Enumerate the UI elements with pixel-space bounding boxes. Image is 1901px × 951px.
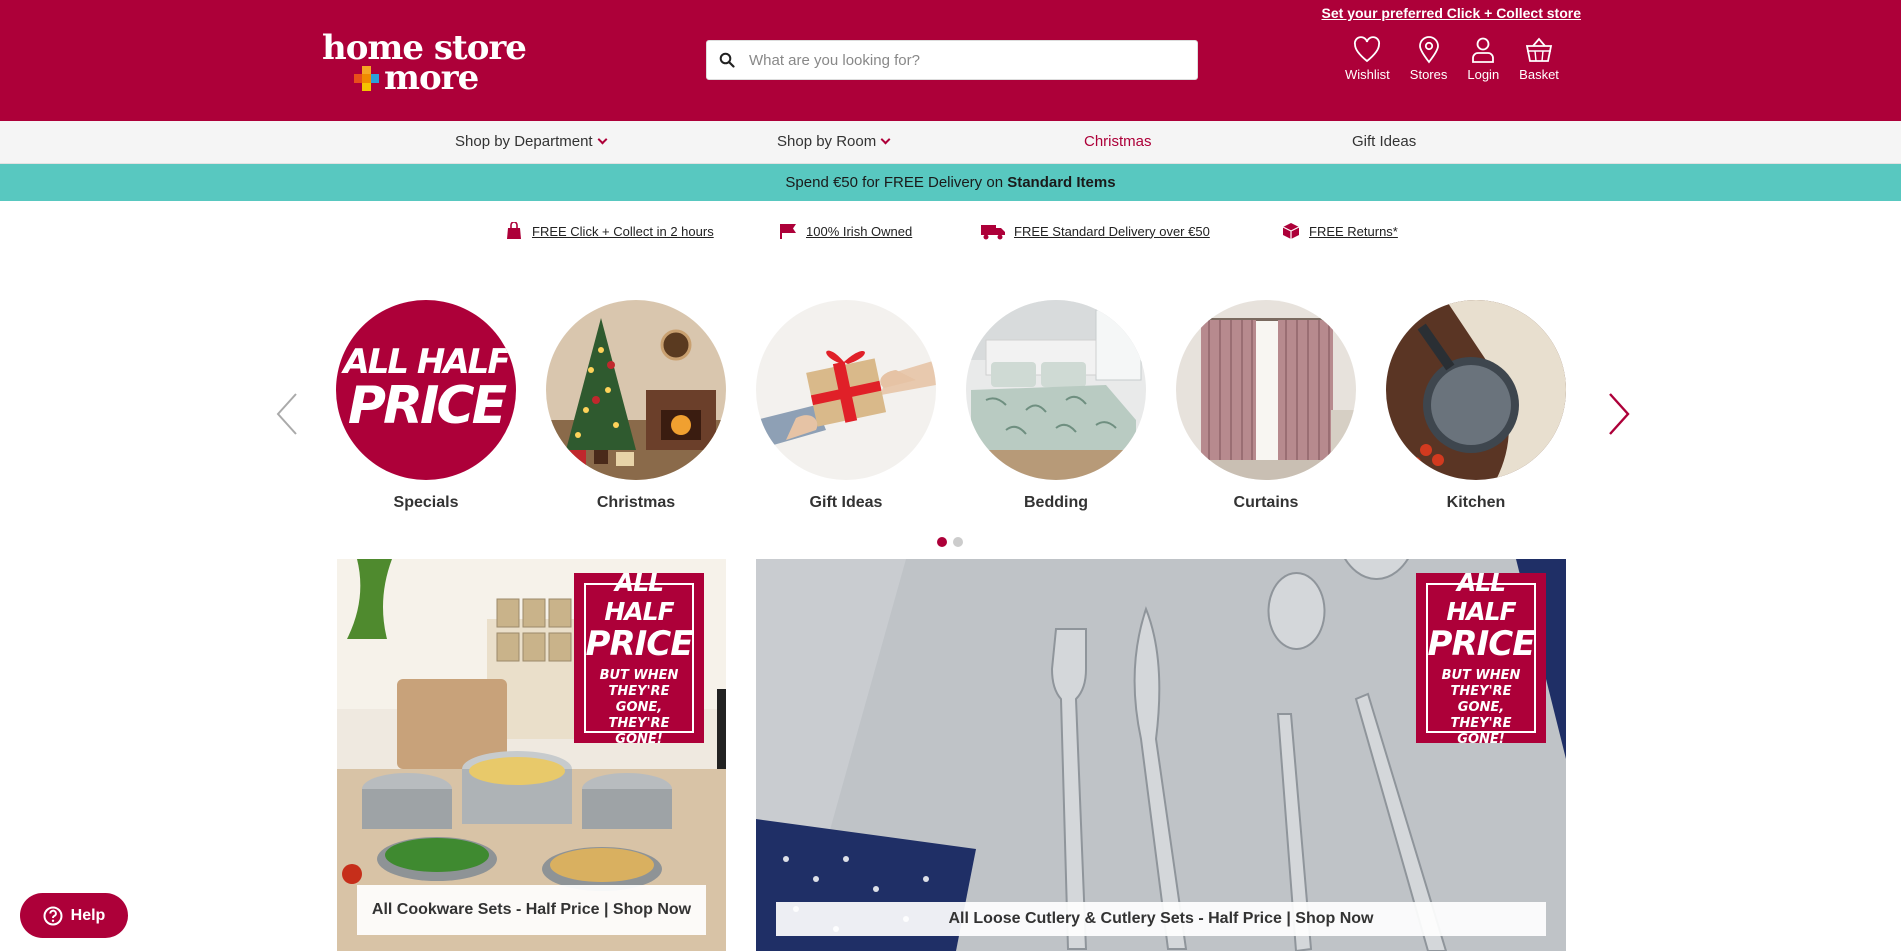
category-christmas[interactable]: Christmas <box>546 300 726 512</box>
sticker-line2: PRICE <box>585 624 694 664</box>
help-button[interactable]: Help <box>20 893 128 938</box>
curtains-illustration <box>1176 300 1356 480</box>
usp-click-collect[interactable]: FREE Click + Collect in 2 hours <box>504 222 714 240</box>
sticker-small-text: BUT WHEN THEY'RE GONE, THEY'RE GONE! <box>599 668 679 747</box>
nav-shop-by-department-label: Shop by Department <box>455 133 593 150</box>
header-icons: Wishlist Stores Login Basket <box>1345 35 1579 85</box>
cutlery-banner[interactable]: ALL HALF PRICE BUT WHEN THEY'RE GONE, TH… <box>756 559 1566 951</box>
chevron-down-icon <box>880 134 891 145</box>
specials-image: ALL HALF PRICE <box>336 300 516 480</box>
click-collect-store-link[interactable]: Set your preferred Click + Collect store <box>1322 5 1581 21</box>
logo-line2: more <box>384 58 479 98</box>
sticker-line2: PRICE <box>1427 624 1536 664</box>
category-specials[interactable]: ALL HALF PRICE Specials <box>336 300 516 512</box>
category-label: Specials <box>393 494 459 511</box>
specials-badge-line2: PRICE <box>347 376 507 436</box>
nav-shop-by-room[interactable]: Shop by Room <box>777 133 891 150</box>
flag-icon <box>780 224 796 239</box>
wishlist-button[interactable]: Wishlist <box>1345 35 1390 85</box>
curtains-image <box>1176 300 1356 480</box>
chevron-down-icon <box>597 134 608 145</box>
category-gift-ideas[interactable]: Gift Ideas <box>756 300 936 512</box>
wishlist-label: Wishlist <box>1345 67 1390 82</box>
usp-click-collect-label: FREE Click + Collect in 2 hours <box>532 223 714 239</box>
sticker-frame: ALL HALF PRICE BUT WHEN THEY'RE GONE, TH… <box>1426 568 1536 747</box>
promo-text: Spend €50 for FREE Delivery on <box>785 174 1008 191</box>
login-button[interactable]: Login <box>1467 35 1499 85</box>
main-navigation: Shop by Department Shop by Room Christma… <box>0 121 1901 164</box>
login-label: Login <box>1467 67 1500 82</box>
usp-irish-owned-label: 100% Irish Owned <box>806 223 913 239</box>
user-icon <box>1472 37 1495 63</box>
truck-icon <box>981 225 1005 240</box>
bedding-image <box>966 300 1146 480</box>
location-pin-icon <box>1418 36 1439 64</box>
kitchen-image <box>1386 300 1566 480</box>
sticker-small-text: BUT WHEN THEY'RE GONE, THEY'RE GONE! <box>1441 668 1521 747</box>
box-icon <box>1282 223 1300 239</box>
category-label: Gift Ideas <box>809 494 883 511</box>
usp-free-returns[interactable]: FREE Returns* <box>1281 222 1398 240</box>
category-curtains[interactable]: Curtains <box>1176 300 1356 512</box>
usp-free-delivery[interactable]: FREE Standard Delivery over €50 <box>980 222 1210 240</box>
stores-button[interactable]: Stores <box>1409 35 1448 85</box>
site-header: home store more Set your preferred Click… <box>0 0 1901 121</box>
christmas-tree-illustration <box>546 300 726 480</box>
usp-irish-owned[interactable]: 100% Irish Owned <box>778 222 912 240</box>
help-label: Help <box>70 906 106 924</box>
basket-button[interactable]: Basket <box>1519 35 1559 85</box>
search-input[interactable] <box>749 46 1179 74</box>
category-bedding[interactable]: Bedding <box>966 300 1146 512</box>
usp-free-returns-label: FREE Returns* <box>1309 223 1398 239</box>
nav-shop-by-room-label: Shop by Room <box>777 133 877 150</box>
category-carousel: ALL HALF PRICE Specials Christmas Gift I… <box>0 290 1901 550</box>
category-label: Curtains <box>1233 494 1299 511</box>
nav-shop-by-department[interactable]: Shop by Department <box>455 133 608 150</box>
category-kitchen[interactable]: Kitchen <box>1386 300 1566 512</box>
category-label: Kitchen <box>1446 494 1506 511</box>
cutlery-banner-caption[interactable]: All Loose Cutlery & Cutlery Sets - Half … <box>776 902 1546 936</box>
cookware-banner-caption[interactable]: All Cookware Sets - Half Price | Shop No… <box>357 885 706 935</box>
heart-icon <box>1354 36 1381 63</box>
sticker-line1: ALL HALF <box>604 568 674 626</box>
stores-label: Stores <box>1409 67 1448 82</box>
gift-ideas-image <box>756 300 936 480</box>
gift-box-illustration <box>756 300 936 480</box>
basket-icon <box>1525 37 1553 62</box>
usp-strip: FREE Click + Collect in 2 hours 100% Iri… <box>0 218 1901 244</box>
sticker-frame: ALL HALF PRICE BUT WHEN THEY'RE GONE, TH… <box>584 568 694 747</box>
bedding-illustration <box>966 300 1146 480</box>
home-store-more-logo[interactable]: home store more <box>322 28 527 98</box>
category-label: Bedding <box>1024 494 1088 511</box>
usp-free-delivery-label: FREE Standard Delivery over €50 <box>1014 223 1210 239</box>
carousel-prev-arrow-icon[interactable] <box>274 390 300 438</box>
basket-label: Basket <box>1519 67 1559 82</box>
carousel-dot-1[interactable] <box>937 537 947 547</box>
carousel-pagination <box>937 537 969 547</box>
logo-cross-icon <box>354 66 380 92</box>
frying-pan-illustration <box>1386 300 1566 480</box>
search-icon[interactable] <box>719 52 735 68</box>
sticker-line1: ALL HALF <box>1446 568 1516 626</box>
nav-gift-ideas[interactable]: Gift Ideas <box>1352 133 1416 150</box>
shopping-bag-icon <box>507 222 521 239</box>
christmas-image <box>546 300 726 480</box>
promo-bold-text: Standard Items <box>1007 174 1116 191</box>
search-bar[interactable] <box>706 40 1198 80</box>
category-label: Christmas <box>596 494 676 511</box>
free-delivery-promo-bar[interactable]: Spend €50 for FREE Delivery on Standard … <box>0 164 1901 201</box>
half-price-sticker: ALL HALF PRICE BUT WHEN THEY'RE GONE, TH… <box>574 568 704 747</box>
nav-christmas[interactable]: Christmas <box>1084 133 1152 150</box>
question-circle-icon <box>43 906 63 925</box>
carousel-dot-2[interactable] <box>953 537 963 547</box>
carousel-next-arrow-icon[interactable] <box>1606 390 1632 438</box>
cookware-banner[interactable]: ALL HALF PRICE BUT WHEN THEY'RE GONE, TH… <box>337 559 726 951</box>
half-price-sticker: ALL HALF PRICE BUT WHEN THEY'RE GONE, TH… <box>1416 568 1546 747</box>
